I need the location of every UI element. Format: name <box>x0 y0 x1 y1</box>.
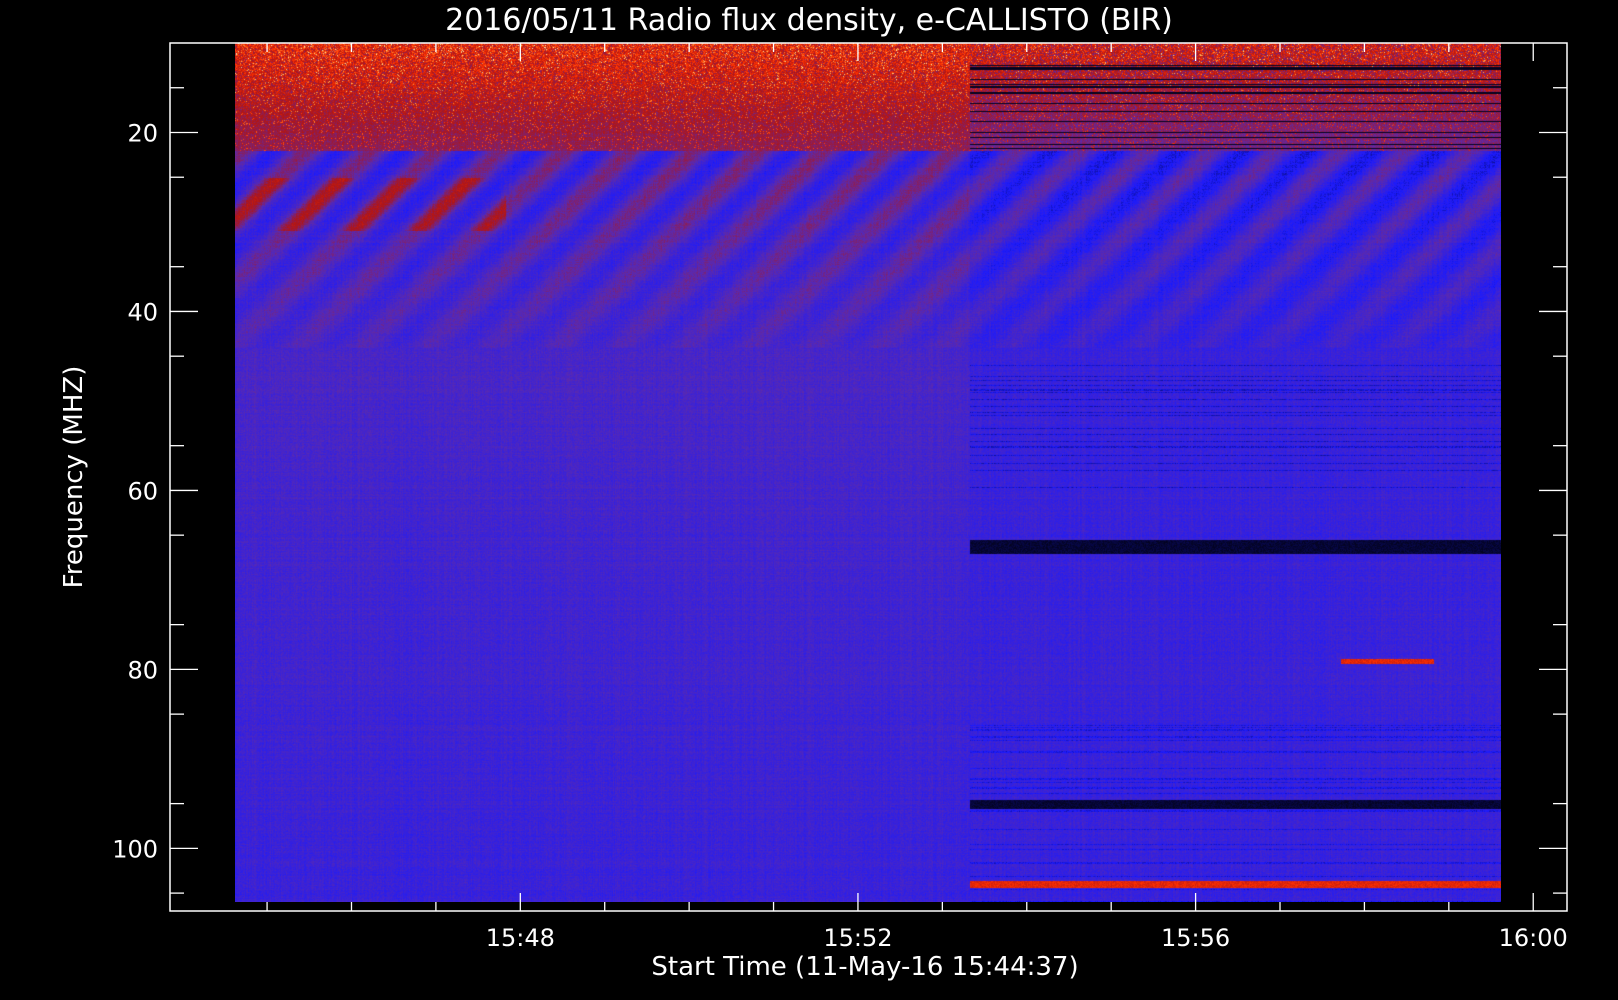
x-axis-title: Start Time (11-May-16 15:44:37) <box>651 952 1078 982</box>
y-tick-label: 40 <box>127 298 158 326</box>
y-axis-title: Frequency (MHZ) <box>59 366 89 589</box>
x-tick-label: 16:00 <box>1499 924 1568 952</box>
y-tick-label: 80 <box>127 656 158 684</box>
x-tick-label: 15:48 <box>486 924 555 952</box>
y-tick-label: 60 <box>127 477 158 505</box>
x-tick-label: 15:52 <box>823 924 892 952</box>
y-tick-label: 20 <box>127 119 158 147</box>
chart-page: { "chart_data": { "type": "heatmap", "ti… <box>0 0 1618 1000</box>
x-tick-label: 15:56 <box>1161 924 1230 952</box>
x-tick-labels: 15:48 15:52 15:56 16:00 <box>486 924 1568 952</box>
spectrogram-chart: 2016/05/11 Radio flux density, e-CALLIST… <box>59 3 1568 982</box>
heatmap-image <box>235 43 1501 902</box>
chart-title: 2016/05/11 Radio flux density, e-CALLIST… <box>445 3 1173 38</box>
heatmap-raster <box>235 43 1501 902</box>
y-tick-labels: 20 40 60 80 100 <box>112 119 158 863</box>
y-tick-label: 100 <box>112 835 158 863</box>
